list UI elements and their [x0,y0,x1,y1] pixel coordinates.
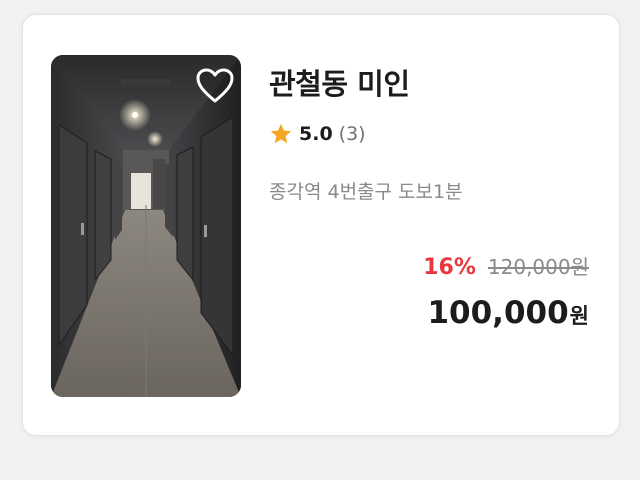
final-price: 100,000 원 [427,295,589,331]
star-icon [270,123,292,144]
review-count: (3) [338,123,366,145]
favorite-button[interactable] [195,67,235,105]
location-text: 종각역 4번출구 도보1분 [269,181,463,203]
rating-score: 5.0 [299,123,333,145]
final-price-unit: 원 [569,304,589,328]
hallway-image [51,55,241,397]
final-price-amount: 100,000 [427,295,569,331]
discount-rate: 16% [423,255,476,280]
price-discount-row: 16% 120,000원 [423,251,589,280]
listing-card[interactable]: 관철동 미인 5.0 (3) 종각역 4번출구 도보1분 16% 120,000… [22,14,620,436]
listing-photo[interactable] [51,55,241,397]
rating: 5.0 (3) [269,119,366,149]
listing-title[interactable]: 관철동 미인 [269,61,410,103]
original-price: 120,000원 [487,255,589,279]
heart-outline-icon [196,68,234,103]
